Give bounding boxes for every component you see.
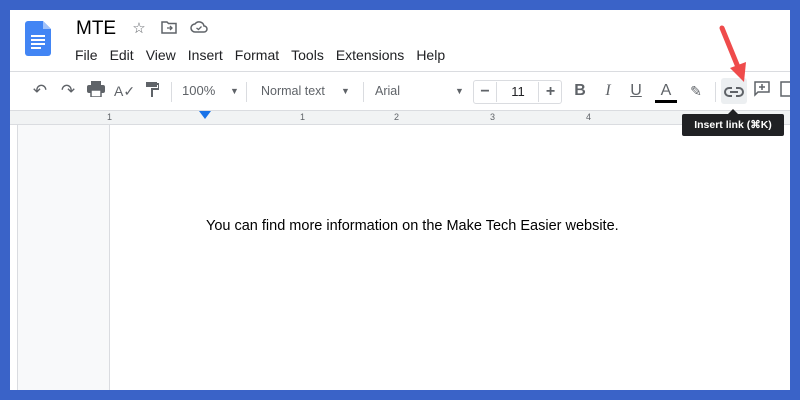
- add-comment-icon[interactable]: [752, 81, 772, 101]
- undo-icon[interactable]: ↶: [30, 81, 50, 101]
- font-size-control: − 11 +: [473, 80, 562, 104]
- google-docs-window: MTE ☆ File Edit View Insert Format Tools…: [10, 10, 790, 390]
- star-icon[interactable]: ☆: [130, 20, 148, 38]
- print-icon[interactable]: [86, 81, 106, 101]
- document-text[interactable]: You can find more information on the Mak…: [206, 218, 619, 234]
- zoom-select[interactable]: 100% ▼: [182, 81, 242, 101]
- text-color-swatch: [655, 100, 677, 103]
- underline-button[interactable]: U: [626, 81, 646, 101]
- cloud-saved-icon[interactable]: [190, 20, 208, 38]
- highlight-pen-icon[interactable]: ✎: [686, 81, 706, 101]
- bold-button[interactable]: B: [570, 81, 590, 101]
- redo-icon[interactable]: ↷: [58, 81, 78, 101]
- horizontal-ruler[interactable]: 1 1 2 3 4: [10, 110, 790, 125]
- page-margin-area: [18, 125, 110, 390]
- divider: [246, 82, 247, 102]
- indent-marker-icon[interactable]: [199, 111, 211, 119]
- decrease-font-size-button[interactable]: −: [474, 82, 497, 102]
- paint-format-icon[interactable]: [142, 81, 162, 101]
- menu-bar: File Edit View Insert Format Tools Exten…: [75, 47, 457, 63]
- document-title[interactable]: MTE: [76, 18, 116, 40]
- menu-tools[interactable]: Tools: [291, 47, 324, 63]
- font-select[interactable]: Arial ▼: [375, 81, 467, 101]
- divider: [171, 82, 172, 102]
- docs-logo-icon[interactable]: [25, 21, 51, 56]
- menu-file[interactable]: File: [75, 47, 98, 63]
- increase-font-size-button[interactable]: +: [538, 82, 562, 102]
- menu-format[interactable]: Format: [235, 47, 279, 63]
- menu-help[interactable]: Help: [416, 47, 445, 63]
- chevron-down-icon: ▼: [341, 86, 350, 96]
- chevron-down-icon: ▼: [230, 86, 239, 96]
- menu-insert[interactable]: Insert: [188, 47, 223, 63]
- divider: [363, 82, 364, 102]
- menu-edit[interactable]: Edit: [110, 47, 134, 63]
- vertical-ruler[interactable]: [10, 125, 18, 390]
- font-size-input[interactable]: 11: [498, 82, 538, 102]
- move-folder-icon[interactable]: [160, 20, 178, 38]
- toolbar: ↶ ↷ A✓ 100% ▼ Normal text ▼ Arial ▼ − 11 + …: [10, 72, 790, 110]
- text-color-button[interactable]: A: [655, 81, 677, 103]
- spellcheck-icon[interactable]: A✓: [114, 81, 135, 101]
- italic-button[interactable]: I: [598, 81, 618, 101]
- insert-image-icon[interactable]: [780, 81, 790, 101]
- paragraph-style-select[interactable]: Normal text ▼: [261, 81, 357, 101]
- document-page[interactable]: You can find more information on the Mak…: [110, 125, 790, 390]
- menu-view[interactable]: View: [146, 47, 176, 63]
- chevron-down-icon: ▼: [455, 86, 464, 96]
- annotation-arrow-icon: [719, 25, 746, 82]
- insert-link-tooltip: Insert link (⌘K): [682, 109, 784, 136]
- menu-extensions[interactable]: Extensions: [336, 47, 404, 63]
